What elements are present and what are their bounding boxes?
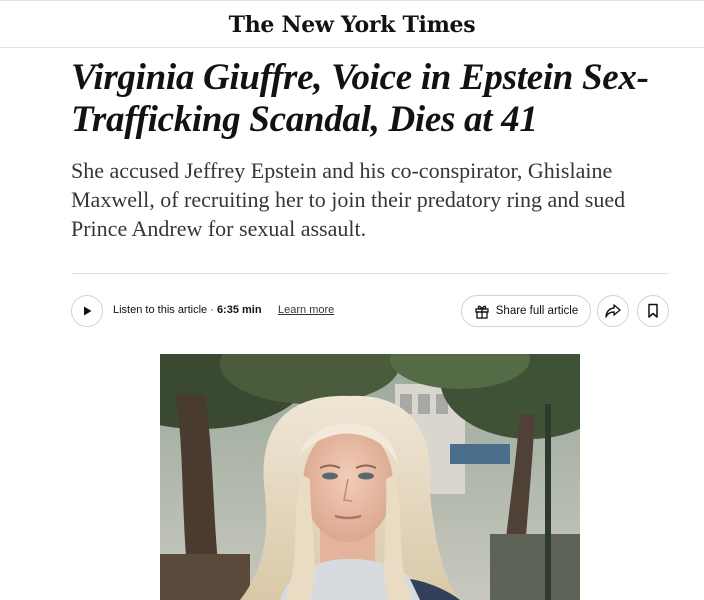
listen-separator: · <box>207 304 217 316</box>
share-arrow-button[interactable] <box>597 295 629 327</box>
photo-illustration <box>160 354 580 600</box>
article-photo <box>160 354 580 600</box>
bookmark-button[interactable] <box>637 295 669 327</box>
listen-info: Listen to this article · 6:35 min <box>113 304 262 316</box>
article-summary: She accused Jeffrey Epstein and his co-c… <box>71 158 626 241</box>
share-label: Share full article <box>495 305 579 317</box>
play-button[interactable] <box>71 295 103 327</box>
bookmark-icon <box>648 303 658 318</box>
gift-icon <box>475 305 489 319</box>
listen-duration: 6:35 min <box>216 304 262 316</box>
learn-more-link[interactable]: Learn more <box>278 304 334 316</box>
article-headline: Virginia Giuffre, Voice in Epstein Sex-T… <box>71 57 649 140</box>
play-icon <box>84 306 92 316</box>
masthead-bar: The New York Times <box>0 0 704 48</box>
divider <box>71 273 669 274</box>
share-full-article-button[interactable]: Share full article <box>461 295 591 327</box>
article-toolbar: Listen to this article · 6:35 min Learn … <box>71 295 671 329</box>
listen-label: Listen to this article <box>113 304 208 316</box>
nyt-logo[interactable]: The New York Times <box>229 10 476 38</box>
share-arrow-icon <box>605 304 621 318</box>
